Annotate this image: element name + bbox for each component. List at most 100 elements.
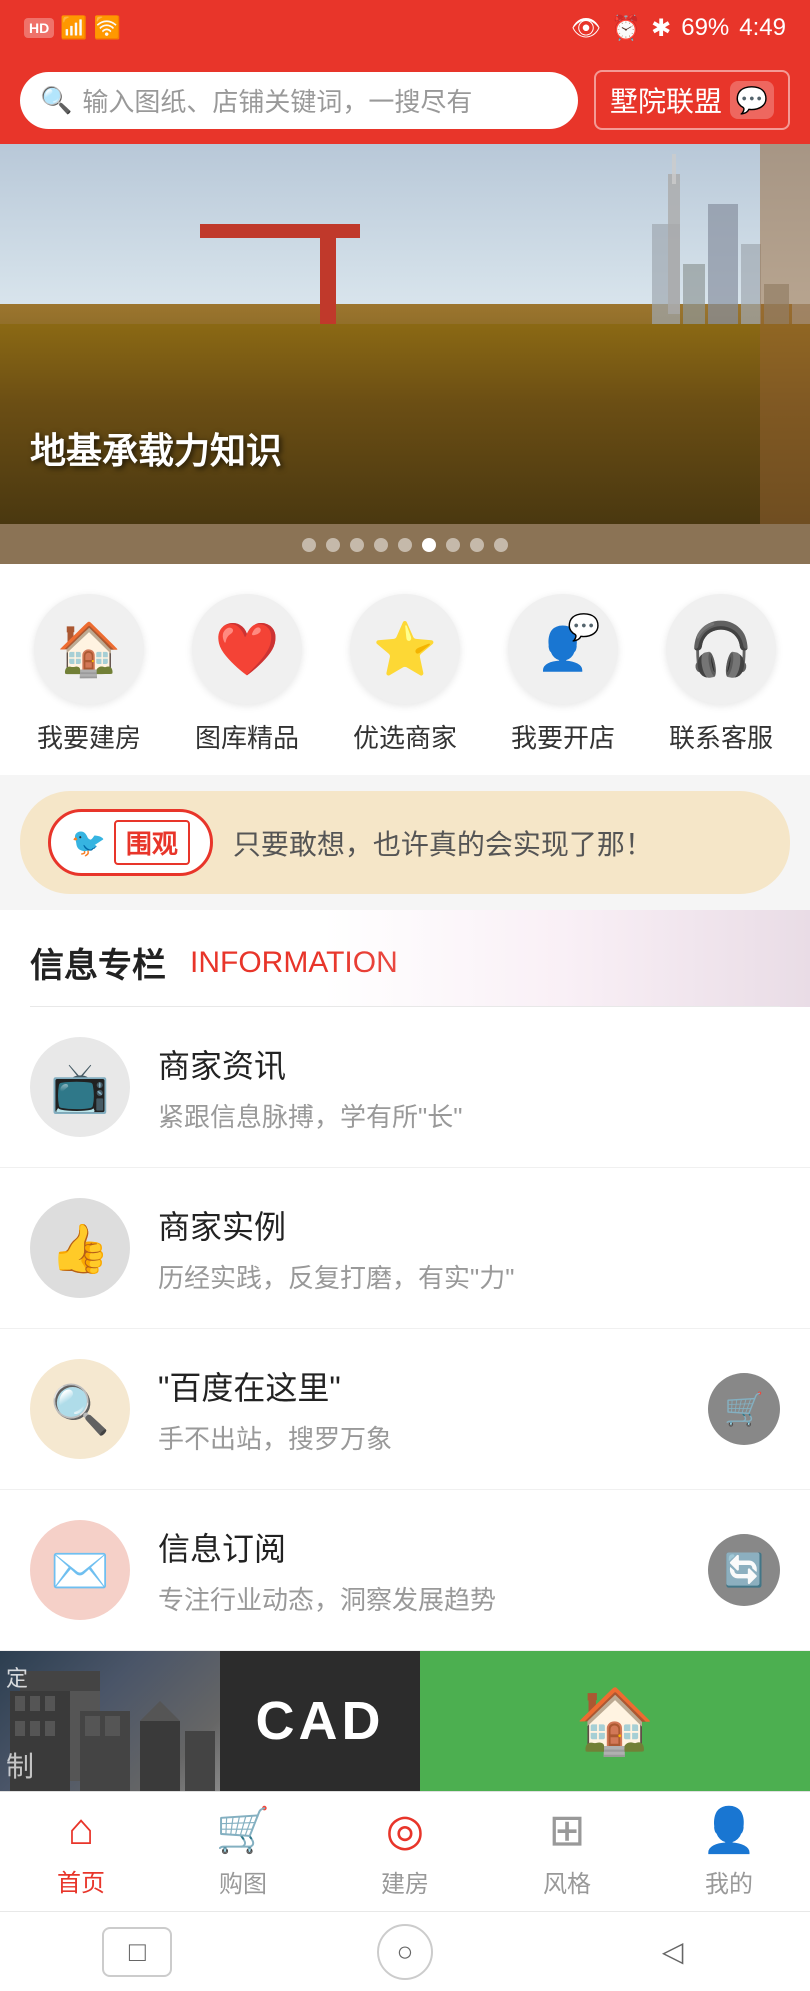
cat-build-label: 我要建房 [37, 718, 141, 755]
banner-caption: 地基承载力知识 [30, 422, 282, 474]
dot-4[interactable] [374, 538, 388, 552]
wifi-icon: 🛜 [94, 15, 121, 41]
info-item-merchant-case[interactable]: 👍 商家实例 历经实践，反复打磨，有实"力" [0, 1168, 810, 1329]
info-item-subscribe[interactable]: ✉️ 信息订阅 专注行业动态，洞察发展趋势 🔄 [0, 1490, 810, 1651]
category-row: 🏠 我要建房 ❤️ 图库精品 ⭐ 优选商家 👤 💬 我要开店 🎧 联系客服 [0, 564, 810, 775]
carousel-dots[interactable] [302, 538, 508, 552]
tab-buy-icon: 🛒 [216, 1804, 271, 1856]
tv-icon-wrap: 📺 [30, 1037, 130, 1137]
info-item-subtitle-2: 历经实践，反复打磨，有实"力" [158, 1258, 780, 1295]
nav-back-btn[interactable]: ◁ [638, 1927, 708, 1977]
info-section: 信息专栏 INFORMATION 📺 商家资讯 紧跟信息脉搏，学有所"长" 👍 … [0, 910, 810, 1651]
cad-section[interactable]: CAD [220, 1651, 420, 1791]
tab-buy[interactable]: 🛒 购图 [162, 1792, 324, 1911]
dot-3[interactable] [350, 538, 364, 552]
alliance-label: 墅院联盟 [610, 80, 722, 120]
search-icon-wrap: 🔍 [30, 1359, 130, 1459]
promo-strip[interactable]: 🐦 围观 只要敢想，也许真的会实现了那！ [20, 791, 790, 894]
bottom-promo-banner[interactable]: 定 CAD 🏠 [0, 1651, 810, 1791]
cat-shop-icon: 👤 💬 [508, 594, 618, 704]
tab-mine[interactable]: 👤 我的 [648, 1792, 810, 1911]
info-item-title-2: 商家实例 [158, 1202, 780, 1248]
info-item-title-1: 商家资讯 [158, 1041, 780, 1087]
search-placeholder: 输入图纸、店铺关键词，一搜尽有 [82, 82, 472, 119]
info-item-merchant-news[interactable]: 📺 商家资讯 紧跟信息脉搏，学有所"长" [0, 1007, 810, 1168]
bluetooth-icon: ✱ [651, 14, 671, 43]
tab-build-icon: ◎ [386, 1806, 424, 1855]
cat-merchant-icon: ⭐ [350, 594, 460, 704]
tab-home-label: 首页 [57, 1863, 105, 1898]
status-left: HD 📶 🛜 [24, 15, 121, 41]
dot-5[interactable] [398, 538, 412, 552]
tab-home[interactable]: ⌂ 首页 [0, 1792, 162, 1911]
banner-carousel[interactable]: 地基承载力知识 [0, 144, 810, 564]
nav-square-btn[interactable]: □ [102, 1927, 172, 1977]
search-icon: 🔍 [40, 85, 72, 116]
alliance-button[interactable]: 墅院联盟 💬 [594, 70, 790, 130]
home-section[interactable]: 🏠 [420, 1651, 810, 1791]
badge-text: 围观 [114, 820, 190, 865]
cat-gallery-icon: ❤️ [192, 594, 302, 704]
refresh-action-btn[interactable]: 🔄 [708, 1534, 780, 1606]
cat-merchant[interactable]: ⭐ 优选商家 [350, 594, 460, 755]
info-text-2: 商家实例 历经实践，反复打磨，有实"力" [158, 1202, 780, 1295]
info-item-subtitle-4: 专注行业动态，洞察发展趋势 [158, 1580, 680, 1617]
cat-shop[interactable]: 👤 💬 我要开店 [508, 594, 618, 755]
cat-merchant-label: 优选商家 [353, 718, 457, 755]
hd-badge: HD [24, 18, 54, 38]
tab-bar: ⌂ 首页 🛒 购图 ◎ 建房 ⊞ 风格 👤 我的 [0, 1791, 810, 1911]
crane-arm [200, 224, 360, 238]
tab-style-icon: ⊞ [549, 1805, 586, 1856]
nav-bar: □ ○ ◁ [0, 1911, 810, 1991]
banner-image: 地基承载力知识 [0, 144, 810, 524]
dot-2[interactable] [326, 538, 340, 552]
nav-square-icon: □ [129, 1936, 146, 1968]
bird-icon: 🐦 [71, 826, 106, 859]
cart-action-btn[interactable]: 🛒 [708, 1373, 780, 1445]
info-header: 信息专栏 INFORMATION [0, 910, 810, 1007]
battery-text: 69% [681, 14, 729, 42]
info-title-cn: 信息专栏 [30, 938, 166, 987]
network-icon: 📶 [60, 15, 87, 41]
cat-service-label: 联系客服 [669, 718, 773, 755]
cat-shop-label: 我要开店 [511, 718, 615, 755]
dot-6[interactable] [422, 538, 436, 552]
info-item-title-3: "百度在这里" [158, 1363, 680, 1409]
dot-1[interactable] [302, 538, 316, 552]
building-thumbnail: 定 [0, 1651, 220, 1791]
info-item-title-4: 信息订阅 [158, 1524, 680, 1570]
alarm-icon: ⏰ [611, 14, 641, 43]
home-bottom-icon: 🏠 [575, 1684, 655, 1759]
tab-mine-icon: 👤 [702, 1804, 757, 1856]
nav-circle-btn[interactable]: ○ [377, 1924, 433, 1980]
tab-style-label: 风格 [543, 1864, 591, 1899]
status-bar: HD 📶 🛜 👁 ⏰ ✱ 69% 4:49 [0, 0, 810, 56]
dot-7[interactable] [446, 538, 460, 552]
info-item-subtitle-3: 手不出站，搜罗万象 [158, 1419, 680, 1456]
status-right: 👁 ⏰ ✱ 69% 4:49 [571, 14, 786, 43]
dot-8[interactable] [470, 538, 484, 552]
building-svg [0, 1671, 220, 1791]
banner-right-peek [760, 144, 810, 524]
info-item-baidu[interactable]: 🔍 "百度在这里" 手不出站，搜罗万象 🛒 [0, 1329, 810, 1490]
cat-build[interactable]: 🏠 我要建房 [34, 594, 144, 755]
cat-gallery[interactable]: ❤️ 图库精品 [192, 594, 302, 755]
mail-icon-wrap: ✉️ [30, 1520, 130, 1620]
search-input-wrap[interactable]: 🔍 输入图纸、店铺关键词，一搜尽有 [20, 72, 578, 129]
promo-text: 只要敢想，也许真的会实现了那！ [233, 823, 653, 863]
tab-buy-label: 购图 [219, 1864, 267, 1899]
time-display: 4:49 [739, 14, 786, 42]
dot-9[interactable] [494, 538, 508, 552]
tv-tower [668, 174, 680, 314]
cat-service[interactable]: 🎧 联系客服 [666, 594, 776, 755]
chat-icon: 💬 [730, 81, 774, 119]
info-item-subtitle-1: 紧跟信息脉搏，学有所"长" [158, 1097, 780, 1134]
tab-home-icon: ⌂ [68, 1805, 95, 1855]
tab-style[interactable]: ⊞ 风格 [486, 1792, 648, 1911]
tab-build-circle: ◎ [386, 1805, 424, 1856]
search-bar: 🔍 输入图纸、店铺关键词，一搜尽有 墅院联盟 💬 [0, 56, 810, 144]
nav-back-icon: ◁ [662, 1935, 684, 1968]
tab-build[interactable]: ◎ 建房 [324, 1792, 486, 1911]
nav-circle-icon: ○ [397, 1936, 414, 1968]
promo-badge: 🐦 围观 [48, 809, 213, 876]
